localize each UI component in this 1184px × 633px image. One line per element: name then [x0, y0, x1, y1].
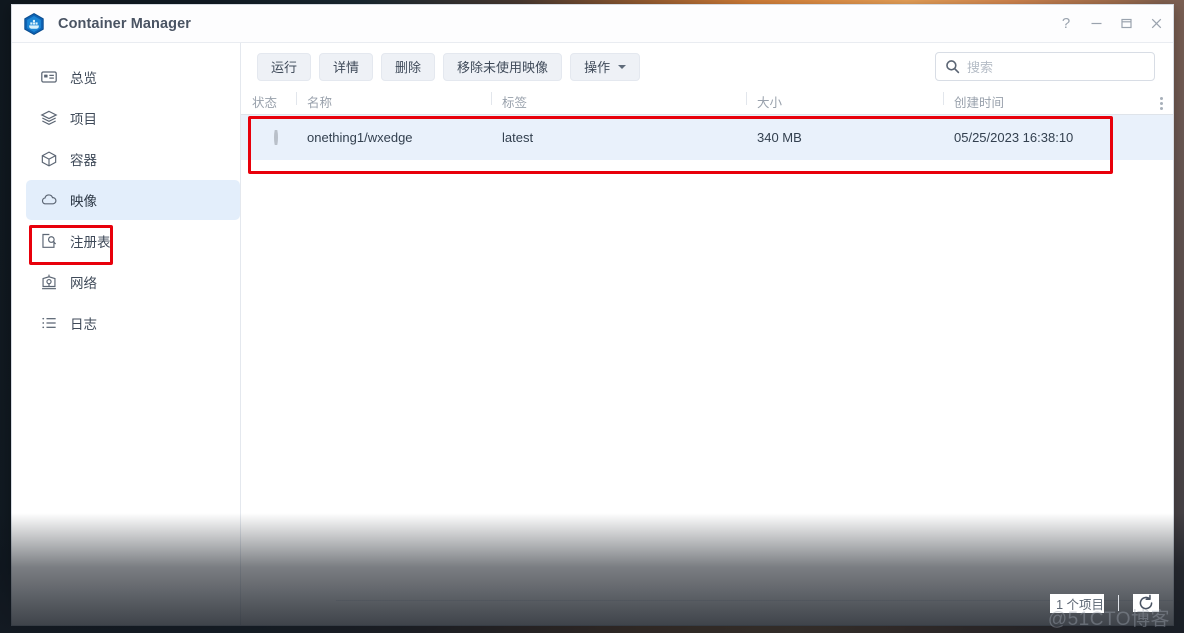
details-button-label: 详情 — [333, 60, 360, 75]
remove-unused-images-button[interactable]: 移除未使用映像 — [443, 52, 563, 81]
help-button[interactable]: ? — [1051, 9, 1081, 39]
overview-icon — [41, 71, 57, 83]
table-footer: 1 个项目 — [241, 581, 1173, 625]
cell-name: onething1/wxedge — [307, 130, 413, 145]
footer-divider — [1118, 595, 1119, 611]
actions-dropdown-label: 操作 — [584, 60, 611, 75]
sidebar-item-label: 映像 — [70, 194, 97, 209]
sidebar-item-projects[interactable]: 项目 — [26, 98, 240, 138]
sidebar-item-label: 注册表 — [70, 235, 111, 250]
sidebar-item-logs[interactable]: 日志 — [26, 303, 240, 343]
cube-icon — [41, 151, 57, 167]
sidebar-item-label: 日志 — [70, 317, 97, 332]
status-circle-icon — [274, 130, 278, 145]
close-button[interactable] — [1141, 9, 1171, 39]
sidebar-item-registry[interactable]: 注册表 — [26, 221, 240, 261]
column-header-size[interactable]: 大小 — [746, 92, 943, 111]
close-icon — [1151, 18, 1161, 29]
main-content: 运行 详情 删除 移除未使用映像 操作 搜索 状态 名称 标签 大小 创建时间 … — [241, 43, 1173, 625]
container-manager-window: Container Manager ? 总览 项目 容器 映像 注册表 网络 日… — [11, 4, 1174, 626]
refresh-button[interactable] — [1133, 594, 1159, 612]
window-titlebar: Container Manager ? — [12, 5, 1173, 43]
row-spacer — [1149, 137, 1173, 138]
window-controls: ? — [1051, 9, 1171, 39]
column-header-status[interactable]: 状态 — [241, 92, 296, 111]
remove-unused-images-button-label: 移除未使用映像 — [457, 60, 549, 75]
layers-icon — [40, 110, 58, 125]
images-toolbar: 运行 详情 删除 移除未使用映像 操作 搜索 — [241, 43, 1173, 90]
sidebar-item-images[interactable]: 映像 — [26, 180, 240, 220]
sidebar-item-label: 网络 — [70, 276, 97, 291]
container-manager-logo-icon — [22, 12, 46, 36]
sidebar-item-network[interactable]: 网络 — [26, 262, 240, 302]
window-body: 总览 项目 容器 映像 注册表 网络 日志 运行 详情 删除 移除未使用映像 操… — [12, 43, 1173, 625]
refresh-icon — [1139, 594, 1153, 610]
sidebar-item-containers[interactable]: 容器 — [26, 139, 240, 179]
network-icon — [42, 274, 56, 290]
sidebar: 总览 项目 容器 映像 注册表 网络 日志 — [12, 43, 241, 625]
search-icon — [946, 60, 960, 74]
run-button-label: 运行 — [271, 60, 298, 75]
desktop-wallpaper: Container Manager ? 总览 项目 容器 映像 注册表 网络 日… — [0, 0, 1184, 633]
actions-dropdown-button[interactable]: 操作 — [570, 52, 641, 81]
images-table: 状态 名称 标签 大小 创建时间 onething1/wxedge latest… — [241, 90, 1173, 581]
sidebar-item-overview[interactable]: 总览 — [26, 57, 240, 97]
details-button[interactable]: 详情 — [319, 52, 374, 81]
column-options-kebab-icon — [1159, 97, 1163, 110]
window-title: Container Manager — [58, 15, 192, 32]
item-count-label: 1 个项目 — [1050, 593, 1104, 613]
sidebar-item-label: 容器 — [70, 153, 97, 168]
delete-button-label: 删除 — [395, 60, 422, 75]
registry-icon — [42, 233, 57, 248]
table-row[interactable]: onething1/wxedge latest 340 MB 05/25/202… — [241, 115, 1173, 160]
cell-tag: latest — [502, 130, 534, 145]
sidebar-item-label: 总览 — [70, 71, 97, 86]
maximize-button[interactable] — [1111, 9, 1141, 39]
run-button[interactable]: 运行 — [257, 52, 312, 81]
cell-size: 340 MB — [757, 130, 802, 145]
search-box[interactable]: 搜索 — [935, 52, 1155, 81]
log-list-icon — [42, 317, 56, 329]
cell-created-time: 05/25/2023 16:38:10 — [954, 130, 1074, 145]
search-input-placeholder: 搜索 — [967, 60, 994, 75]
column-header-created-time[interactable]: 创建时间 — [943, 92, 1149, 111]
delete-button[interactable]: 删除 — [381, 52, 436, 81]
cloud-icon — [41, 194, 57, 205]
maximize-icon — [1120, 18, 1132, 29]
table-header-row: 状态 名称 标签 大小 创建时间 — [241, 90, 1173, 115]
cell-status — [241, 130, 296, 145]
minimize-button[interactable] — [1081, 9, 1111, 39]
column-options-button[interactable] — [1149, 97, 1173, 111]
minimize-icon — [1091, 22, 1101, 25]
help-icon: ? — [1061, 15, 1071, 32]
column-header-tag[interactable]: 标签 — [491, 92, 746, 111]
sidebar-item-label: 项目 — [70, 112, 97, 127]
column-header-name[interactable]: 名称 — [296, 92, 491, 111]
chevron-down-icon — [618, 64, 627, 69]
